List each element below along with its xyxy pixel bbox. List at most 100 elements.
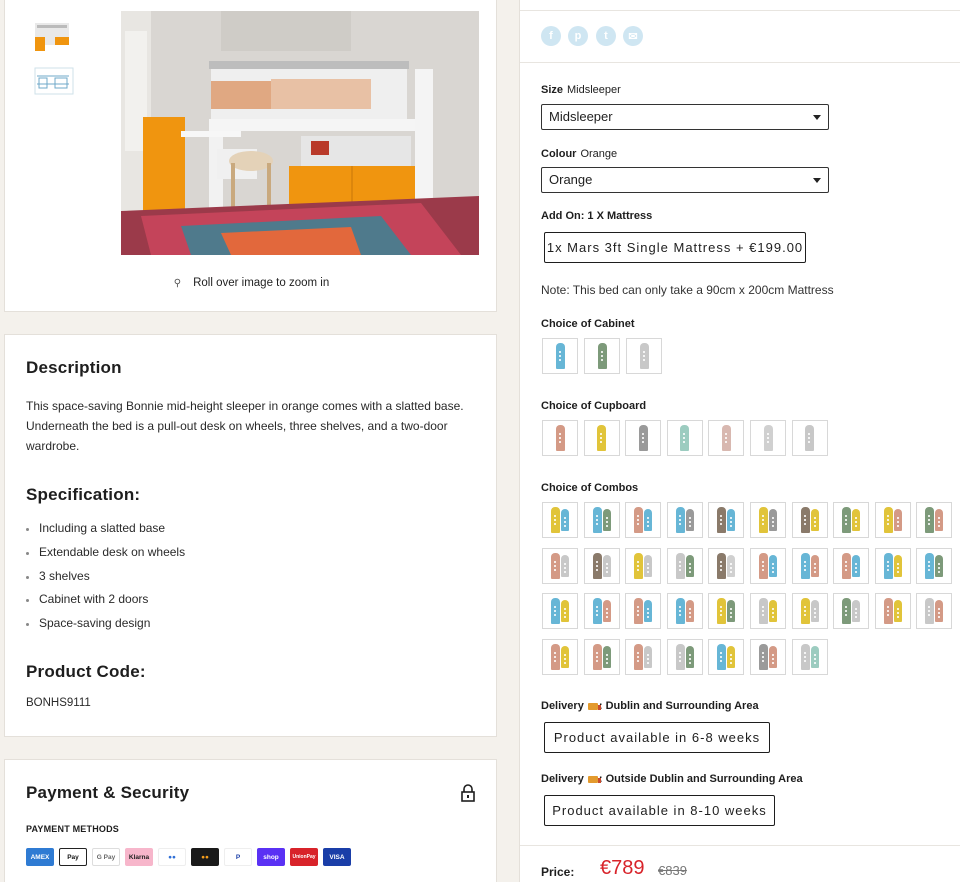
combo-swatch[interactable]: [708, 593, 745, 629]
combo-swatch[interactable]: [625, 638, 662, 675]
price-label: Price:: [541, 865, 575, 879]
wardrobe-icon: [810, 600, 819, 622]
combo-swatch[interactable]: [916, 502, 953, 538]
description-heading: Description: [26, 358, 122, 377]
combo-swatch[interactable]: [833, 593, 870, 629]
cupboard-swatch[interactable]: [625, 420, 662, 456]
colour-select[interactable]: Orange: [541, 167, 829, 193]
google-pay-icon: G Pay: [92, 848, 120, 866]
combo-swatch[interactable]: [833, 502, 870, 538]
cabinet-swatch[interactable]: [584, 338, 620, 374]
main-product-image[interactable]: [121, 11, 479, 255]
wardrobe-icon: [759, 598, 768, 624]
mastercard-icon: ●●: [191, 848, 219, 866]
paypal-icon: P: [224, 848, 252, 866]
facebook-icon[interactable]: f: [541, 26, 561, 46]
wardrobe-icon: [592, 552, 602, 579]
wardrobe-icon: [883, 598, 893, 624]
twitter-icon[interactable]: t: [596, 26, 616, 46]
wardrobe-icon: [639, 343, 649, 369]
combo-swatch[interactable]: [833, 547, 870, 584]
cupboard-swatch[interactable]: [791, 420, 828, 456]
combo-swatch[interactable]: [666, 502, 703, 538]
cupboard-swatch[interactable]: [666, 420, 703, 456]
wardrobe-icon: [551, 643, 560, 670]
wardrobe-icon: [561, 600, 569, 622]
combo-swatch[interactable]: [666, 547, 703, 584]
combo-swatch[interactable]: [583, 593, 620, 629]
delivery-truck-icon: [587, 702, 601, 710]
combo-swatch[interactable]: [874, 502, 911, 538]
wardrobe-icon: [810, 509, 819, 531]
wardrobe-icon: [675, 598, 685, 624]
combo-swatch[interactable]: [666, 638, 703, 675]
combo-swatch[interactable]: [750, 638, 786, 675]
wardrobe-icon: [883, 552, 893, 579]
apple-pay-icon: Pay: [59, 848, 87, 866]
combo-swatch[interactable]: [916, 547, 953, 584]
gallery-thumbnail-1[interactable]: [29, 17, 77, 57]
combo-swatch[interactable]: [625, 502, 662, 538]
wardrobe-icon: [685, 554, 694, 577]
combo-swatch[interactable]: [708, 638, 745, 675]
cabinet-swatch[interactable]: [626, 338, 662, 374]
wardrobe-icon: [800, 643, 810, 670]
payment-heading: Payment & Security: [26, 783, 190, 802]
product-code: BONHS9111: [26, 697, 91, 709]
payment-methods: AMEX Pay G Pay Klarna ●● ●● P shop Union…: [26, 848, 351, 866]
wardrobe-icon: [893, 600, 902, 622]
wardrobe-icon: [800, 598, 810, 624]
combo-swatch[interactable]: [708, 547, 745, 584]
wardrobe-icon: [769, 600, 777, 622]
combo-swatch[interactable]: [750, 547, 786, 584]
description-body: This space-saving Bonnie mid-height slee…: [26, 399, 464, 453]
combo-swatch[interactable]: [791, 593, 828, 629]
size-select[interactable]: Midsleeper: [541, 104, 829, 130]
wardrobe-icon: [634, 598, 644, 624]
wardrobe-icon: [634, 552, 644, 579]
combo-swatch[interactable]: [542, 502, 578, 538]
cupboard-swatch[interactable]: [708, 420, 745, 456]
wardrobe-icon: [592, 507, 602, 533]
email-icon[interactable]: ✉: [623, 26, 643, 46]
combo-swatch[interactable]: [916, 593, 953, 629]
chevron-down-icon: [813, 178, 821, 183]
specification-heading: Specification:: [26, 485, 141, 504]
wardrobe-icon: [602, 509, 611, 531]
shop-pay-icon: shop: [257, 848, 285, 866]
combo-swatch[interactable]: [542, 638, 578, 675]
wardrobe-icon: [852, 554, 861, 577]
mattress-addon-option[interactable]: 1x Mars 3ft Single Mattress + €199.00: [544, 232, 806, 263]
combo-swatch[interactable]: [750, 502, 786, 538]
combo-swatch[interactable]: [583, 547, 620, 584]
wardrobe-icon: [717, 507, 727, 533]
combo-swatch[interactable]: [542, 547, 578, 584]
combo-swatch[interactable]: [666, 593, 703, 629]
combo-swatch[interactable]: [874, 593, 911, 629]
combo-swatch[interactable]: [750, 593, 786, 629]
wardrobe-icon: [685, 600, 694, 622]
cabinet-swatch[interactable]: [542, 338, 578, 374]
combo-swatch[interactable]: [791, 638, 828, 675]
wardrobe-icon: [555, 425, 565, 451]
cupboard-swatch[interactable]: [750, 420, 786, 456]
combo-swatch[interactable]: [542, 593, 578, 629]
combo-swatch[interactable]: [791, 502, 828, 538]
wardrobe-icon: [592, 598, 602, 624]
payment-methods-label: PAYMENT METHODS: [26, 824, 120, 834]
combo-swatch[interactable]: [583, 638, 620, 675]
gallery-thumbnail-2[interactable]: [29, 62, 77, 102]
cupboard-swatch[interactable]: [542, 420, 578, 456]
list-item: Cabinet with 2 doors: [26, 588, 185, 612]
pinterest-icon[interactable]: p: [568, 26, 588, 46]
combo-swatch[interactable]: [583, 502, 620, 538]
product-options-panel: f p t ✉ Size Midsleeper Midsleeper Colour…: [519, 0, 960, 882]
cupboard-swatch[interactable]: [583, 420, 620, 456]
delivery-dublin-label: Delivery : Dublin and Surrounding Area: [541, 700, 759, 712]
combo-swatch[interactable]: [625, 593, 662, 629]
combo-swatch[interactable]: [708, 502, 745, 538]
combo-swatch[interactable]: [874, 547, 911, 584]
wardrobe-icon: [842, 598, 852, 624]
combo-swatch[interactable]: [791, 547, 828, 584]
combo-swatch[interactable]: [625, 547, 662, 584]
